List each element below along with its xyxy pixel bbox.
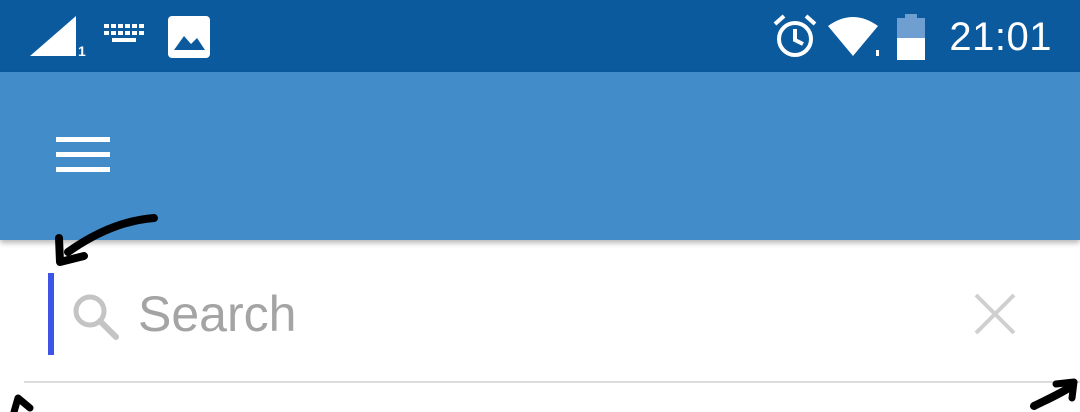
search-bar [48, 273, 1038, 355]
focus-indicator [48, 273, 54, 355]
status-clock: 21:01 [949, 15, 1052, 59]
sim-slot-label: 1 [78, 43, 86, 58]
hamburger-menu-icon[interactable] [56, 137, 112, 175]
search-icon [73, 294, 119, 340]
signal-icon: 1 [30, 16, 86, 58]
search-divider [24, 381, 1080, 383]
annotation-arrow-icon [1030, 378, 1078, 410]
search-input[interactable] [138, 279, 918, 349]
alarm-icon [773, 14, 817, 57]
close-icon[interactable] [968, 287, 1022, 341]
keyboard-icon [104, 24, 144, 42]
status-bar: 1 21:01 [0, 0, 1080, 72]
wifi-icon [828, 17, 879, 56]
image-notification-icon [168, 16, 210, 58]
battery-icon [897, 14, 925, 60]
annotation-arrow-icon [10, 394, 34, 412]
annotation-arrow-icon [55, 214, 158, 266]
